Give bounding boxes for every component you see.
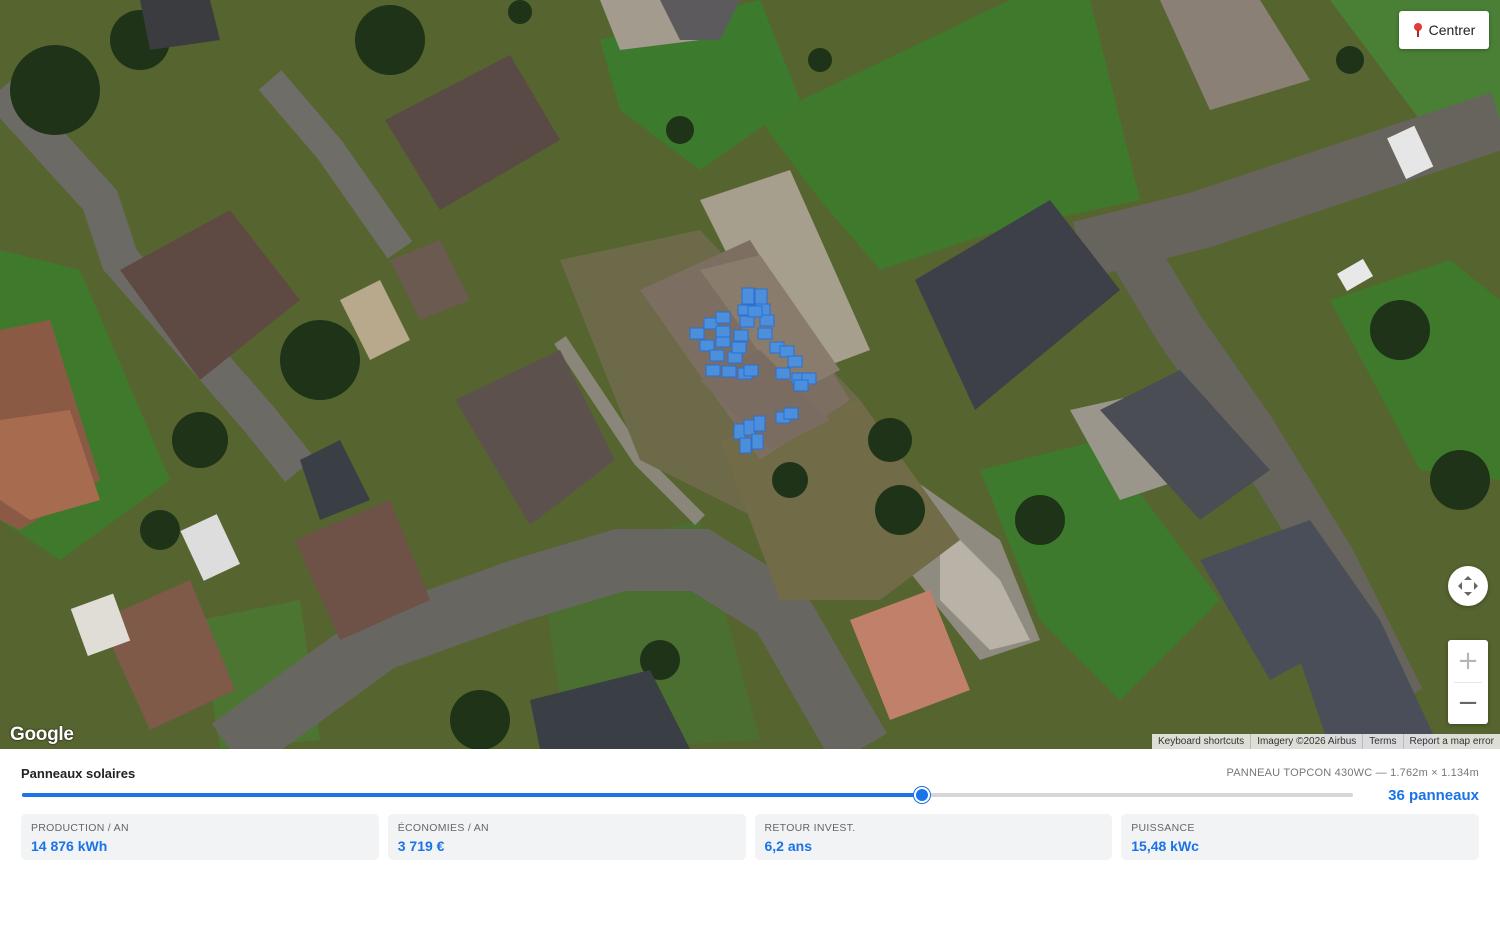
stat-value: 15,48 kWc (1131, 838, 1199, 854)
stat-value: 3 719 € (397, 838, 445, 854)
stat-label: PUISSANCE (1131, 822, 1195, 834)
stats-row: PRODUCTION / AN 14 876 kWh ÉCONOMIES / A… (21, 814, 1479, 860)
terms-link[interactable]: Terms (1362, 734, 1402, 749)
satellite-imagery (0, 0, 1500, 749)
keyboard-shortcuts-link[interactable]: Keyboard shortcuts (1152, 734, 1250, 749)
report-map-error-link[interactable]: Report a map error (1402, 734, 1500, 749)
panel-count: 36 panneaux (1388, 787, 1479, 804)
fullscreen-icon (1458, 576, 1478, 596)
stat-power: PUISSANCE 15,48 kWc (1121, 814, 1479, 860)
stat-value: 14 876 kWh (31, 838, 108, 854)
solar-panel-summary: Panneaux solaires PANNEAU TOPCON 430WC —… (0, 749, 1500, 937)
satellite-map[interactable]: Centrer + − Google Keyboard shortcuts Im… (0, 0, 1500, 749)
panel-count-slider[interactable] (22, 787, 1353, 803)
panel-model-spec: PANNEAU TOPCON 430WC — 1.762m × 1.134m (1226, 767, 1479, 779)
slider-fill (22, 793, 922, 797)
zoom-out-button[interactable]: − (1448, 682, 1488, 724)
stat-label: RETOUR INVEST. (764, 822, 856, 834)
centrer-label: Centrer (1428, 22, 1476, 38)
google-logo: Google (10, 724, 74, 745)
panel-title: Panneaux solaires (21, 766, 136, 781)
stat-value: 6,2 ans (764, 838, 812, 854)
map-attribution: Keyboard shortcuts Imagery ©2026 Airbus … (1152, 734, 1500, 749)
stat-label: PRODUCTION / AN (31, 822, 129, 834)
zoom-in-button[interactable]: + (1448, 640, 1488, 682)
centrer-button[interactable]: Centrer (1399, 11, 1489, 49)
zoom-controls: + − (1448, 640, 1488, 724)
map-pin-icon (1413, 23, 1423, 37)
stat-label: ÉCONOMIES / AN (397, 822, 489, 834)
imagery-credit: Imagery ©2026 Airbus (1250, 734, 1362, 749)
slider-thumb[interactable] (913, 787, 930, 803)
stat-savings: ÉCONOMIES / AN 3 719 € (387, 814, 746, 860)
fullscreen-button[interactable] (1448, 566, 1488, 606)
stat-payback: RETOUR INVEST. 6,2 ans (754, 814, 1113, 860)
stat-production: PRODUCTION / AN 14 876 kWh (21, 814, 379, 860)
